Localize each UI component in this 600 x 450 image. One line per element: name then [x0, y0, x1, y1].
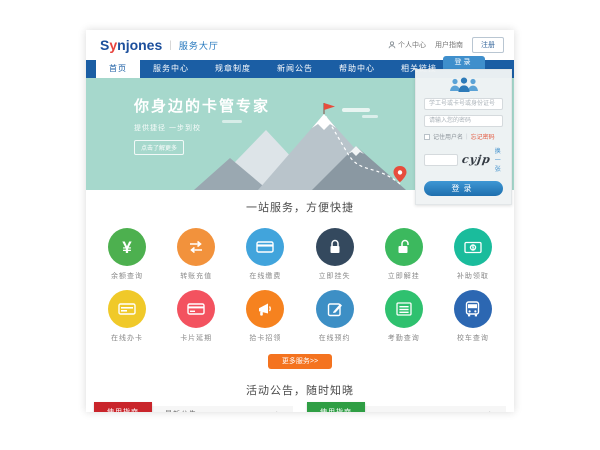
yen-icon[interactable]: ¥ — [108, 228, 146, 266]
logo-divider: | — [169, 40, 172, 51]
service-label: 补助领取 — [444, 271, 502, 281]
tab-usage-guide-right[interactable]: 使用指南 — [307, 402, 365, 413]
service-label: 转账充值 — [167, 271, 225, 281]
header-links: 个人中心 用户指南 注册 — [388, 37, 504, 53]
service-unlock[interactable]: 立即解挂 — [375, 228, 433, 281]
right-tabbar: 使用指南 更多>> — [307, 406, 506, 412]
change-captcha-link[interactable]: 换一张 — [495, 146, 503, 173]
guide-panel-left: 使用指南 最新公告 更多>> — [94, 406, 293, 412]
more-link-right[interactable]: 更多>> — [481, 410, 500, 413]
users-icon — [424, 77, 503, 93]
card-icon[interactable] — [246, 228, 284, 266]
captcha-input[interactable] — [424, 154, 458, 166]
username-input[interactable] — [424, 98, 503, 110]
service-label: 拾卡招领 — [236, 333, 294, 343]
divider: | — [466, 134, 468, 140]
hero-banner: 你身边的卡管专家 提供捷径 一步到校 点击了解更多 登录 — [86, 78, 514, 190]
register-button[interactable]: 注册 — [472, 37, 504, 53]
service-lost-found[interactable]: 拾卡招领 — [236, 290, 294, 343]
mountain-illustration — [194, 102, 424, 190]
logo[interactable]: Synjones — [100, 37, 162, 53]
hero-cta-button[interactable]: 点击了解更多 — [134, 140, 184, 155]
service-apply-card[interactable]: 在线办卡 — [98, 290, 156, 343]
nav-item-news[interactable]: 新闻公告 — [264, 60, 326, 78]
password-input[interactable] — [424, 115, 503, 127]
service-label: 余额查询 — [98, 271, 156, 281]
services-section: 一站服务，方便快捷 ¥ 余额查询 转账充值 在线缴费 — [86, 190, 514, 369]
service-label: 在线办卡 — [98, 333, 156, 343]
bus-icon[interactable] — [454, 290, 492, 328]
service-label: 卡片延期 — [167, 333, 225, 343]
login-options: 记住用户名 | 忘记密码 — [424, 132, 503, 141]
site-name: 服务大厅 — [179, 39, 219, 52]
megaphone-icon[interactable] — [246, 290, 284, 328]
transfer-icon[interactable] — [177, 228, 215, 266]
service-school-bus[interactable]: 校车查询 — [444, 290, 502, 343]
personal-center-link[interactable]: 个人中心 — [388, 40, 426, 50]
login-tab[interactable]: 登录 — [443, 56, 485, 69]
nav-item-help[interactable]: 帮助中心 — [326, 60, 388, 78]
service-label: 立即挂失 — [306, 271, 364, 281]
logo-text-2: njones — [117, 37, 162, 53]
site-page: Synjones | 服务大厅 个人中心 用户指南 注册 首页 服务中心 规章制… — [86, 30, 514, 412]
captcha-row: cyjp 换一张 — [424, 146, 503, 173]
svg-text:$: $ — [471, 245, 474, 251]
service-transfer[interactable]: 转账充值 — [167, 228, 225, 281]
nav-item-home[interactable]: 首页 — [96, 60, 140, 78]
service-card-renewal[interactable]: 卡片延期 — [167, 290, 225, 343]
service-label: 立即解挂 — [375, 271, 433, 281]
service-label: 在线预约 — [306, 333, 364, 343]
remember-label: 记住用户名 — [433, 132, 463, 141]
personal-center-label: 个人中心 — [398, 40, 426, 50]
remember-checkbox[interactable] — [424, 134, 430, 140]
service-label: 考勤查询 — [375, 333, 433, 343]
login-form: 记住用户名 | 忘记密码 cyjp 换一张 登录 — [415, 69, 512, 205]
logo-accent: y — [109, 37, 117, 53]
unlock-icon[interactable] — [385, 228, 423, 266]
tab-latest-news[interactable]: 最新公告 — [165, 409, 197, 412]
lock-icon[interactable] — [316, 228, 354, 266]
more-services-button[interactable]: 更多服务>> — [268, 354, 332, 369]
announcements-title: 活动公告，随时知晓 — [86, 382, 514, 398]
user-icon — [388, 41, 396, 49]
edit-icon[interactable] — [316, 290, 354, 328]
service-subsidy[interactable]: $ 补助领取 — [444, 228, 502, 281]
tab-usage-guide[interactable]: 使用指南 — [94, 402, 152, 413]
user-guide-link[interactable]: 用户指南 — [435, 40, 463, 50]
card-icon[interactable] — [108, 290, 146, 328]
login-panel: 登录 记住用户名 | 忘记密码 — [415, 56, 512, 205]
logo-text: S — [100, 37, 109, 53]
service-label: 在线缴费 — [236, 271, 294, 281]
card-icon[interactable] — [177, 290, 215, 328]
left-tabbar: 使用指南 最新公告 更多>> — [94, 406, 293, 412]
nav-item-rules[interactable]: 规章制度 — [202, 60, 264, 78]
more-link-left[interactable]: 更多>> — [268, 410, 287, 413]
service-attendance[interactable]: 考勤查询 — [375, 290, 433, 343]
captcha-image[interactable]: cyjp — [461, 153, 492, 166]
user-guide-label: 用户指南 — [435, 40, 463, 50]
announcements-section: 活动公告，随时知晓 使用指南 最新公告 更多>> 使用指南 更多>> — [86, 382, 514, 412]
service-pay[interactable]: 在线缴费 — [236, 228, 294, 281]
service-balance[interactable]: ¥ 余额查询 — [98, 228, 156, 281]
login-button[interactable]: 登录 — [424, 181, 503, 196]
list-icon[interactable] — [385, 290, 423, 328]
service-online-booking[interactable]: 在线预约 — [306, 290, 364, 343]
banknote-icon[interactable]: $ — [454, 228, 492, 266]
forgot-password-link[interactable]: 忘记密码 — [471, 132, 495, 141]
service-report-loss[interactable]: 立即挂失 — [306, 228, 364, 281]
nav-item-service-center[interactable]: 服务中心 — [140, 60, 202, 78]
services-grid: ¥ 余额查询 转账充值 在线缴费 — [98, 228, 502, 343]
service-label: 校车查询 — [444, 333, 502, 343]
guide-panel-right: 使用指南 更多>> — [307, 406, 506, 412]
